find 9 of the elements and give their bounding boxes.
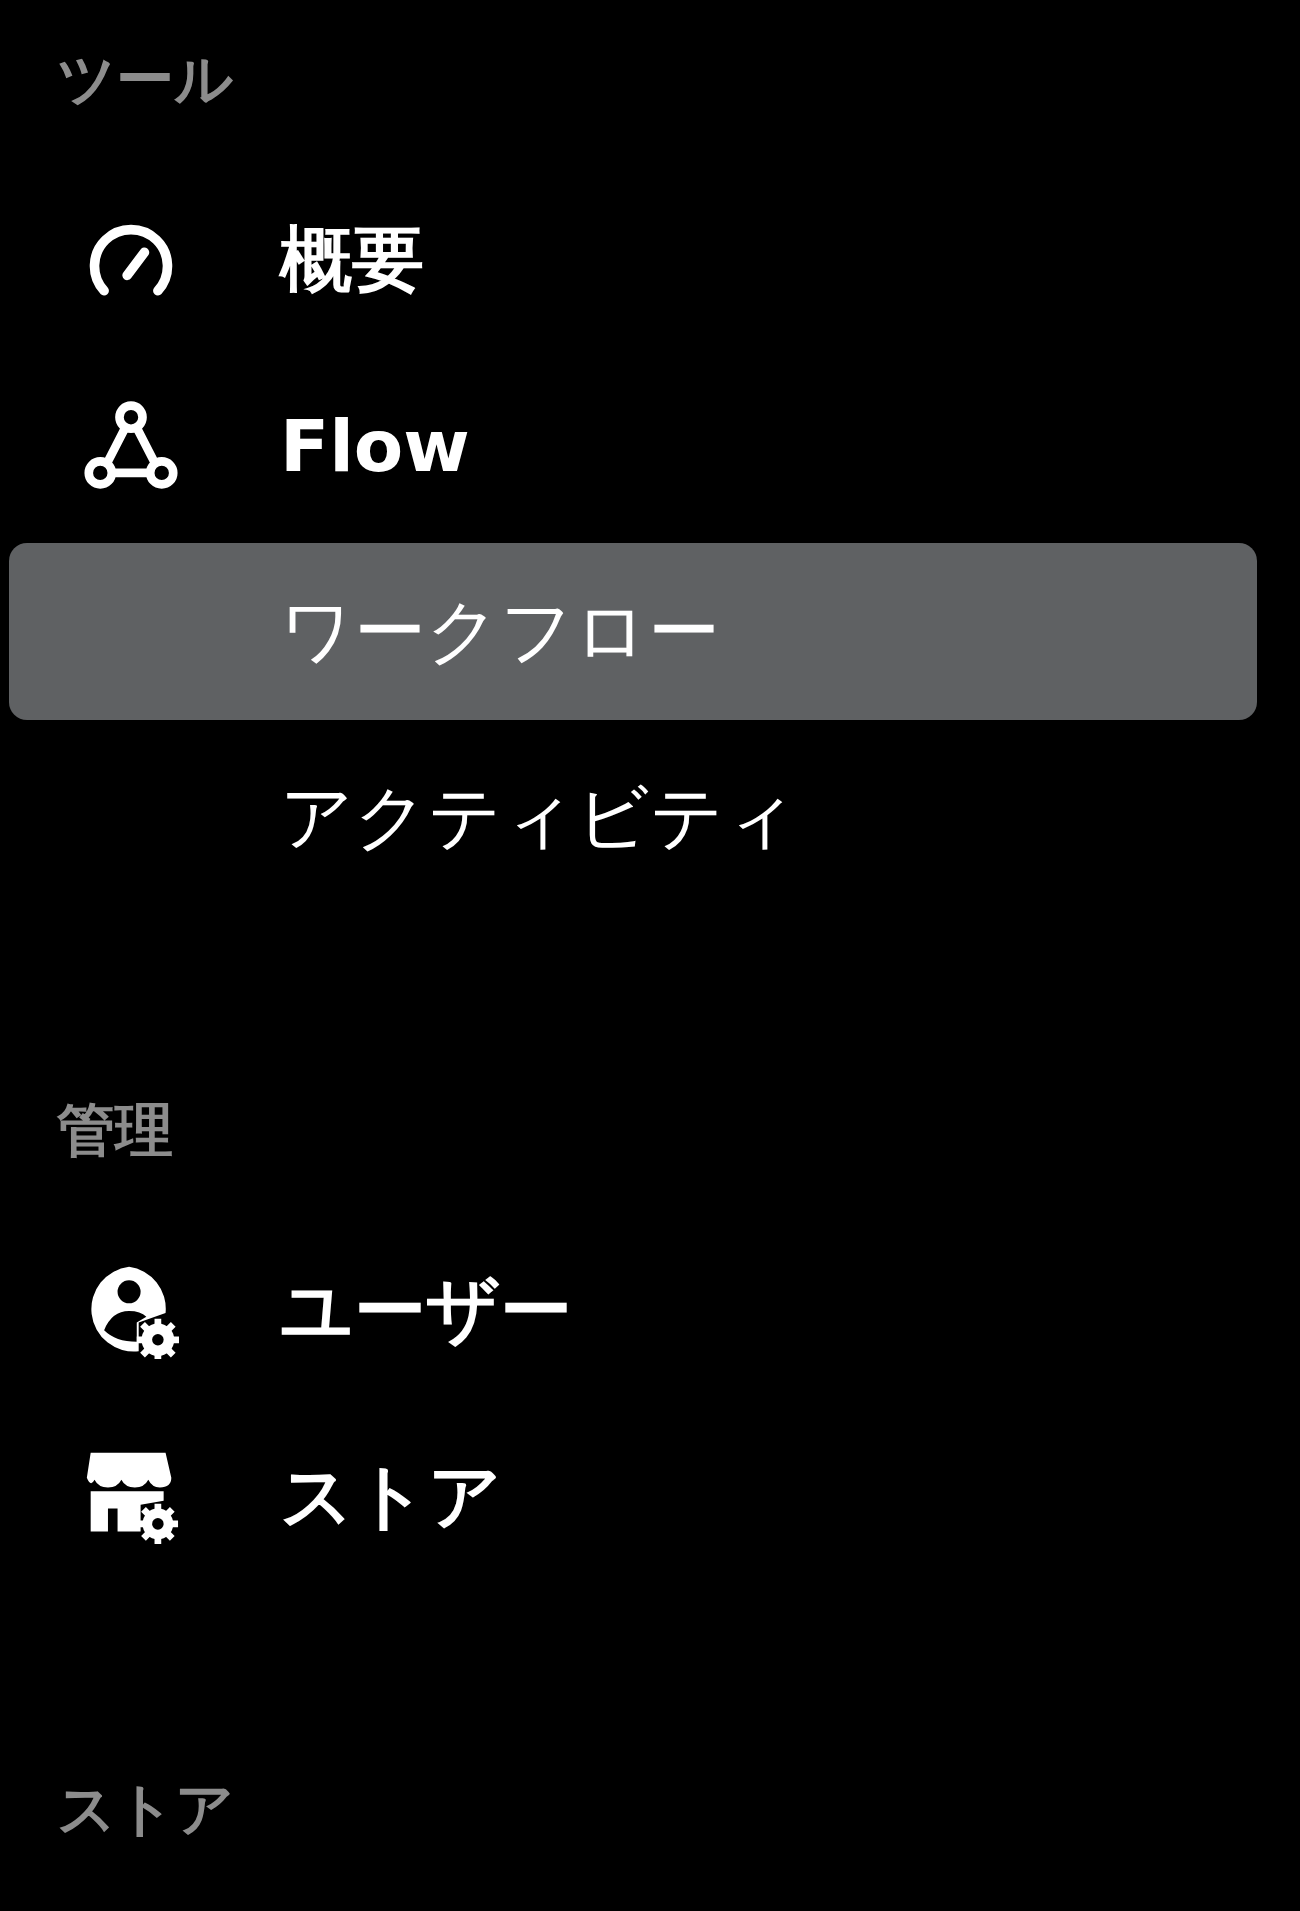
nav-item[interactable]: 概要 bbox=[9, 171, 1257, 348]
section-heading: ストア bbox=[56, 1775, 234, 1843]
nav-subitem[interactable]: ワークフロー bbox=[9, 543, 1257, 720]
nav-subitem[interactable]: アクティビティ bbox=[9, 729, 1257, 906]
nav-item[interactable]: ユーザー bbox=[9, 1222, 1257, 1399]
section-heading: ツール bbox=[56, 45, 233, 113]
section-heading: 管理 bbox=[56, 1096, 173, 1164]
nav-item[interactable]: ストア bbox=[9, 1408, 1257, 1585]
nav-item[interactable]: Flow bbox=[9, 357, 1257, 534]
